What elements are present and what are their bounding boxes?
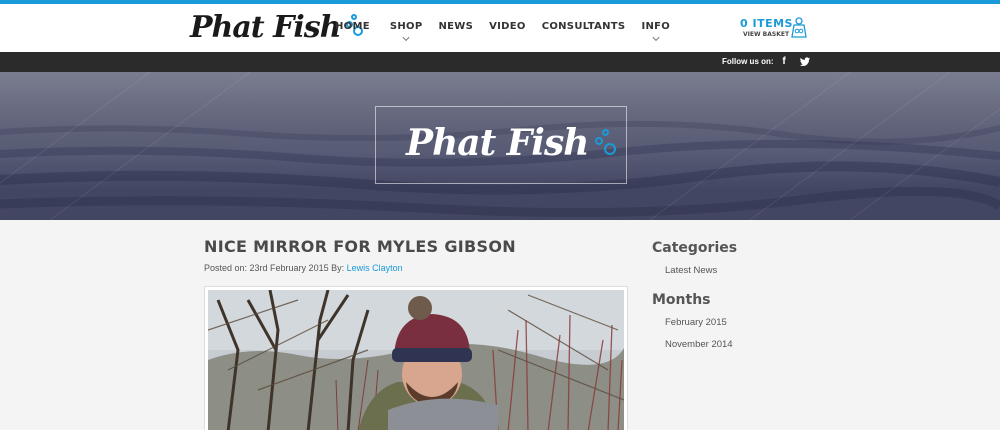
logo-text: Phat Fish — [190, 10, 342, 45]
facebook-icon[interactable]: f — [778, 56, 790, 68]
social-bar: Follow us on: f — [0, 52, 1000, 72]
bubbles-icon — [592, 119, 618, 163]
hero-banner: Phat Fish — [0, 72, 1000, 220]
post-author-link[interactable]: Lewis Clayton — [347, 263, 403, 273]
twitter-icon[interactable] — [799, 56, 811, 68]
month-link[interactable]: November 2014 — [665, 339, 733, 350]
banner-logo-text: Phat Fish — [406, 122, 589, 164]
basket-icon — [791, 17, 807, 38]
category-link[interactable]: Latest News — [665, 265, 717, 276]
basket-count: 0 ITEMS — [740, 17, 793, 30]
month-link[interactable]: February 2015 — [665, 317, 727, 328]
nav-shop[interactable]: SHOP — [389, 21, 423, 42]
follow-label: Follow us on: — [722, 57, 774, 66]
chevron-down-icon — [402, 33, 410, 42]
categories-heading: Categories — [652, 240, 738, 256]
site-header: Phat Fish HOME SHOP NEWS VIDEO CONSULTAN… — [0, 4, 1000, 52]
nav-video[interactable]: VIDEO — [489, 21, 526, 32]
nav-info[interactable]: INFO — [641, 21, 671, 42]
nav-home-label: HOME — [335, 21, 370, 32]
months-heading: Months — [652, 292, 711, 308]
angler-photo — [208, 290, 624, 430]
nav-home[interactable]: HOME — [335, 21, 370, 32]
nav-news[interactable]: NEWS — [438, 21, 473, 32]
banner-logo: Phat Fish — [406, 119, 618, 167]
post-image[interactable] — [208, 290, 624, 430]
nav-consultants[interactable]: CONSULTANTS — [542, 21, 626, 32]
main-nav: HOME SHOP NEWS VIDEO CONSULTANTS INFO — [335, 21, 671, 42]
view-basket-button[interactable]: 0 ITEMS VIEW BASKET — [738, 17, 810, 45]
post-meta: Posted on: 23rd February 2015 By: Lewis … — [204, 263, 403, 273]
basket-label: VIEW BASKET — [743, 31, 790, 38]
nav-video-label: VIDEO — [489, 21, 526, 32]
nav-consultants-label: CONSULTANTS — [541, 21, 626, 32]
banner-logo-box: Phat Fish — [375, 106, 627, 184]
post-date: Posted on: 23rd February 2015 By: — [204, 263, 345, 273]
nav-info-label: INFO — [641, 21, 671, 32]
nav-news-label: NEWS — [438, 21, 474, 32]
chevron-down-icon — [652, 33, 660, 42]
nav-shop-label: SHOP — [389, 21, 423, 32]
post-title[interactable]: NICE MIRROR FOR MYLES GIBSON — [204, 237, 516, 256]
post-image-frame — [204, 286, 628, 430]
